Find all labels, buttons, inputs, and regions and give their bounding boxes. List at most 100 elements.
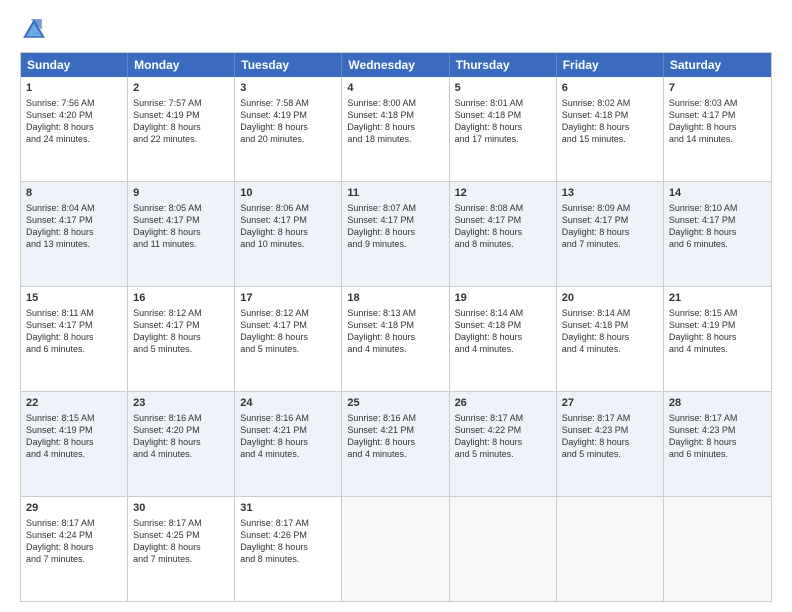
day-info: and 4 minutes. <box>240 448 336 460</box>
day-number: 15 <box>26 291 122 306</box>
weekday-header: Sunday <box>21 53 128 77</box>
day-info: Sunrise: 8:10 AM <box>669 202 766 214</box>
day-number: 13 <box>562 186 658 201</box>
day-info: and 24 minutes. <box>26 133 122 145</box>
calendar-cell <box>557 497 664 601</box>
calendar-cell: 23Sunrise: 8:16 AMSunset: 4:20 PMDayligh… <box>128 392 235 496</box>
calendar-cell: 27Sunrise: 8:17 AMSunset: 4:23 PMDayligh… <box>557 392 664 496</box>
day-info: Sunset: 4:24 PM <box>26 529 122 541</box>
day-info: Sunset: 4:17 PM <box>26 214 122 226</box>
day-info: and 4 minutes. <box>133 448 229 460</box>
day-info: Daylight: 8 hours <box>669 121 766 133</box>
day-number: 2 <box>133 81 229 96</box>
day-number: 26 <box>455 396 551 411</box>
day-info: Daylight: 8 hours <box>455 436 551 448</box>
calendar-row: 8Sunrise: 8:04 AMSunset: 4:17 PMDaylight… <box>21 182 771 287</box>
logo-icon <box>20 16 48 44</box>
day-number: 18 <box>347 291 443 306</box>
day-info: Sunrise: 8:04 AM <box>26 202 122 214</box>
day-number: 23 <box>133 396 229 411</box>
day-info: Daylight: 8 hours <box>133 436 229 448</box>
day-info: Sunrise: 8:16 AM <box>133 412 229 424</box>
day-info: Daylight: 8 hours <box>347 226 443 238</box>
day-info: Sunset: 4:17 PM <box>562 214 658 226</box>
day-info: Sunset: 4:18 PM <box>562 319 658 331</box>
calendar-cell: 5Sunrise: 8:01 AMSunset: 4:18 PMDaylight… <box>450 77 557 181</box>
day-info: Sunset: 4:19 PM <box>26 424 122 436</box>
calendar-cell: 8Sunrise: 8:04 AMSunset: 4:17 PMDaylight… <box>21 182 128 286</box>
day-info: Daylight: 8 hours <box>669 331 766 343</box>
day-info: Daylight: 8 hours <box>562 331 658 343</box>
day-info: Daylight: 8 hours <box>133 331 229 343</box>
day-info: Sunset: 4:19 PM <box>240 109 336 121</box>
calendar-header: SundayMondayTuesdayWednesdayThursdayFrid… <box>21 53 771 77</box>
calendar-cell <box>450 497 557 601</box>
calendar-cell: 3Sunrise: 7:58 AMSunset: 4:19 PMDaylight… <box>235 77 342 181</box>
day-info: Sunrise: 8:17 AM <box>455 412 551 424</box>
day-info: Sunset: 4:18 PM <box>455 319 551 331</box>
calendar-cell: 7Sunrise: 8:03 AMSunset: 4:17 PMDaylight… <box>664 77 771 181</box>
day-info: and 5 minutes. <box>133 343 229 355</box>
day-info: Sunset: 4:17 PM <box>669 214 766 226</box>
day-info: Daylight: 8 hours <box>240 436 336 448</box>
calendar-cell: 15Sunrise: 8:11 AMSunset: 4:17 PMDayligh… <box>21 287 128 391</box>
calendar-cell: 10Sunrise: 8:06 AMSunset: 4:17 PMDayligh… <box>235 182 342 286</box>
day-info: Sunrise: 8:16 AM <box>240 412 336 424</box>
day-info: Daylight: 8 hours <box>133 226 229 238</box>
weekday-header: Tuesday <box>235 53 342 77</box>
day-info: Daylight: 8 hours <box>562 436 658 448</box>
calendar-cell: 9Sunrise: 8:05 AMSunset: 4:17 PMDaylight… <box>128 182 235 286</box>
day-info: Sunrise: 8:09 AM <box>562 202 658 214</box>
day-info: Daylight: 8 hours <box>26 331 122 343</box>
calendar-row: 22Sunrise: 8:15 AMSunset: 4:19 PMDayligh… <box>21 392 771 497</box>
day-info: Daylight: 8 hours <box>240 121 336 133</box>
day-info: Sunrise: 7:57 AM <box>133 97 229 109</box>
day-info: Sunrise: 8:14 AM <box>562 307 658 319</box>
day-info: and 5 minutes. <box>562 448 658 460</box>
day-info: Sunset: 4:25 PM <box>133 529 229 541</box>
day-info: Sunset: 4:18 PM <box>455 109 551 121</box>
day-info: Daylight: 8 hours <box>26 226 122 238</box>
day-info: and 6 minutes. <box>26 343 122 355</box>
day-info: Daylight: 8 hours <box>26 436 122 448</box>
day-info: Sunrise: 8:12 AM <box>133 307 229 319</box>
calendar-cell: 13Sunrise: 8:09 AMSunset: 4:17 PMDayligh… <box>557 182 664 286</box>
day-info: and 4 minutes. <box>562 343 658 355</box>
day-info: and 6 minutes. <box>669 448 766 460</box>
calendar-cell: 6Sunrise: 8:02 AMSunset: 4:18 PMDaylight… <box>557 77 664 181</box>
day-info: Sunset: 4:17 PM <box>133 214 229 226</box>
day-info: Sunrise: 8:12 AM <box>240 307 336 319</box>
day-info: Daylight: 8 hours <box>26 121 122 133</box>
calendar-cell: 11Sunrise: 8:07 AMSunset: 4:17 PMDayligh… <box>342 182 449 286</box>
day-info: Sunrise: 8:11 AM <box>26 307 122 319</box>
day-info: Daylight: 8 hours <box>26 541 122 553</box>
day-number: 29 <box>26 501 122 516</box>
day-info: Sunrise: 7:56 AM <box>26 97 122 109</box>
calendar-cell <box>664 497 771 601</box>
day-info: Sunset: 4:18 PM <box>347 109 443 121</box>
day-number: 10 <box>240 186 336 201</box>
day-info: and 11 minutes. <box>133 238 229 250</box>
calendar-cell: 14Sunrise: 8:10 AMSunset: 4:17 PMDayligh… <box>664 182 771 286</box>
day-number: 3 <box>240 81 336 96</box>
day-info: and 5 minutes. <box>455 448 551 460</box>
day-info: Daylight: 8 hours <box>455 331 551 343</box>
calendar-cell: 16Sunrise: 8:12 AMSunset: 4:17 PMDayligh… <box>128 287 235 391</box>
day-info: and 4 minutes. <box>347 448 443 460</box>
day-info: Sunset: 4:17 PM <box>240 319 336 331</box>
day-info: and 4 minutes. <box>669 343 766 355</box>
calendar-cell: 19Sunrise: 8:14 AMSunset: 4:18 PMDayligh… <box>450 287 557 391</box>
page: SundayMondayTuesdayWednesdayThursdayFrid… <box>0 0 792 612</box>
day-info: Sunrise: 8:16 AM <box>347 412 443 424</box>
day-number: 12 <box>455 186 551 201</box>
day-info: Sunrise: 8:00 AM <box>347 97 443 109</box>
day-info: Daylight: 8 hours <box>562 226 658 238</box>
day-info: and 6 minutes. <box>669 238 766 250</box>
day-info: and 9 minutes. <box>347 238 443 250</box>
day-info: Sunset: 4:17 PM <box>240 214 336 226</box>
day-info: and 17 minutes. <box>455 133 551 145</box>
calendar-cell: 1Sunrise: 7:56 AMSunset: 4:20 PMDaylight… <box>21 77 128 181</box>
day-info: and 4 minutes. <box>455 343 551 355</box>
weekday-header: Friday <box>557 53 664 77</box>
header <box>20 16 772 44</box>
